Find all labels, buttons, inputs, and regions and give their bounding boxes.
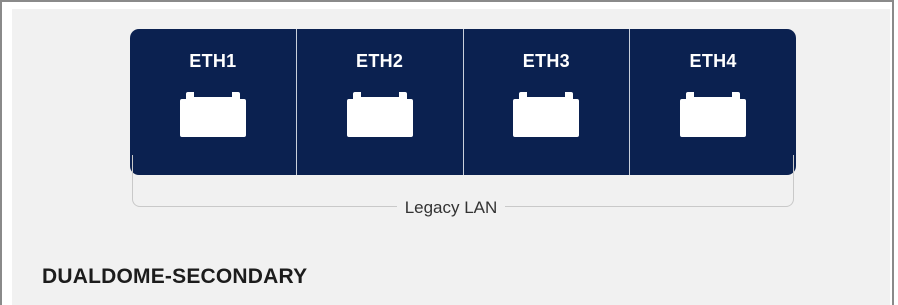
- port-eth4[interactable]: ETH4: [630, 29, 796, 175]
- device-name: DUALDOME-SECONDARY: [42, 265, 308, 288]
- ethernet-port-icon: [513, 92, 580, 137]
- device-panel: ETH1 ETH2 ETH3 ETH4 Legacy LAN DUALDOME-…: [12, 9, 890, 305]
- port-label: ETH4: [689, 51, 737, 71]
- ethernet-port-icon: [179, 92, 246, 137]
- device-frame: ETH1 ETH2 ETH3 ETH4 Legacy LAN DUALDOME-…: [0, 0, 894, 305]
- port-label: ETH1: [189, 51, 237, 71]
- port-eth2[interactable]: ETH2: [297, 29, 464, 175]
- group-label-text: Legacy LAN: [396, 198, 506, 217]
- port-label: ETH2: [356, 51, 404, 71]
- port-eth3[interactable]: ETH3: [464, 29, 631, 175]
- port-eth1[interactable]: ETH1: [130, 29, 297, 175]
- port-group: ETH1 ETH2 ETH3 ETH4: [130, 29, 796, 175]
- group-label: Legacy LAN: [12, 198, 890, 218]
- ethernet-port-icon: [680, 92, 747, 137]
- port-label: ETH3: [522, 51, 570, 71]
- ethernet-port-icon: [346, 92, 413, 137]
